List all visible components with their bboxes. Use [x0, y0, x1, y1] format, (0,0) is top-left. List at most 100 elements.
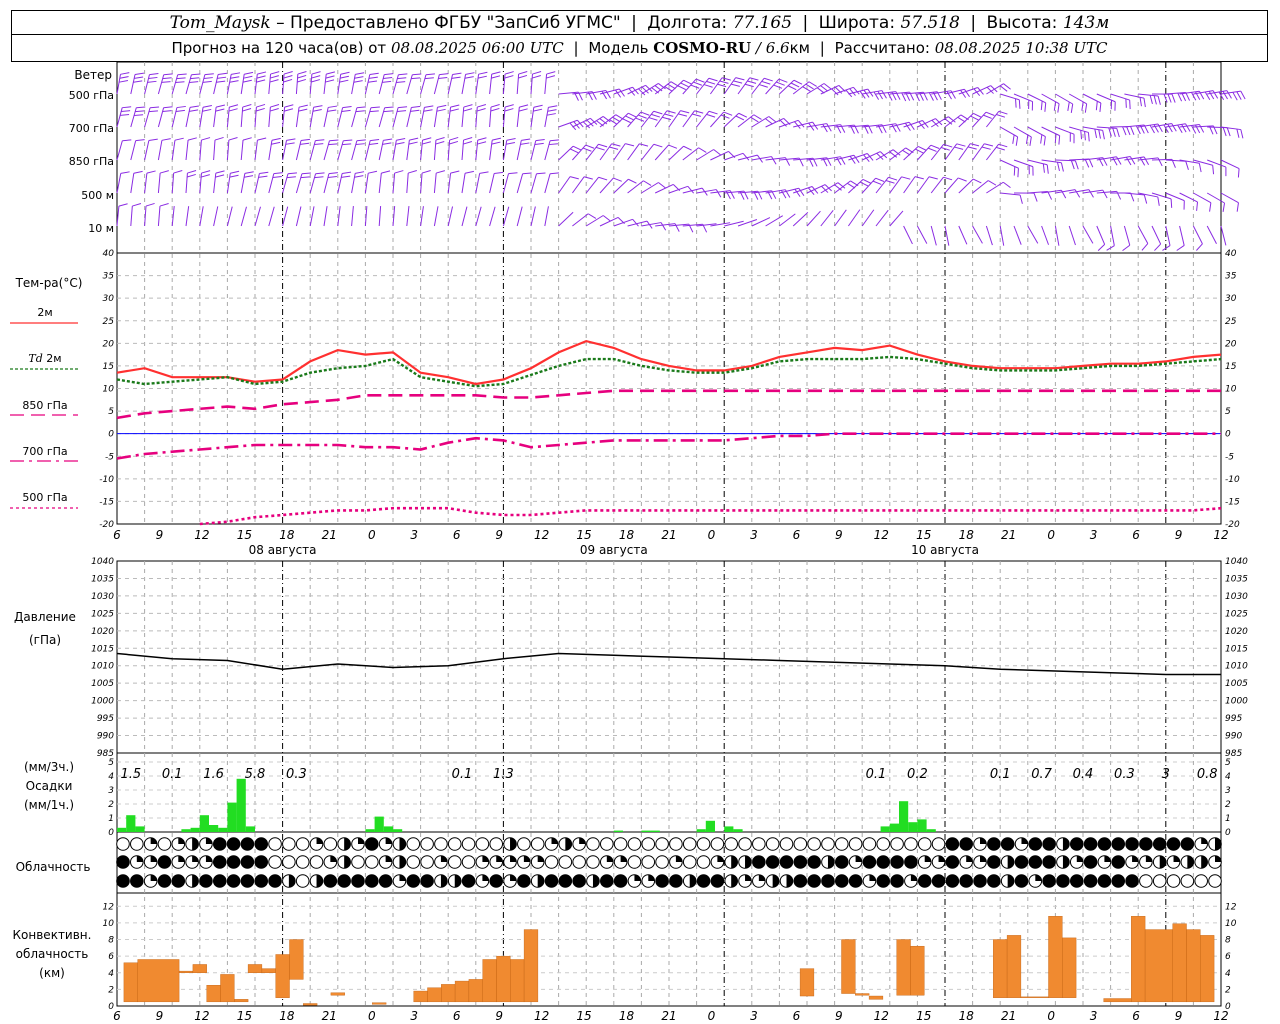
wind-barb-feather	[970, 115, 979, 121]
cloud-symbol-quarter	[192, 855, 199, 862]
wind-barb-feather	[1208, 91, 1215, 100]
wind-barb-feather	[643, 180, 652, 186]
wind-barb-feather	[1226, 90, 1232, 99]
cloud-symbol	[973, 874, 987, 888]
wind-barb-feather	[423, 109, 433, 112]
wind-barb-feather	[327, 175, 337, 178]
cloud-symbol	[116, 855, 130, 869]
wind-barb-feather	[928, 176, 938, 180]
wind-barb-staff	[806, 83, 825, 95]
wind-barbs	[116, 70, 1246, 252]
wind-barb-staff	[999, 159, 1019, 169]
wind-barb-feather	[476, 107, 486, 112]
cloud-symbol	[848, 837, 863, 851]
wind-barb-feather	[204, 73, 214, 76]
wind-barb-feather	[1033, 192, 1038, 202]
cloud-symbol	[309, 855, 324, 869]
cloud-symbol	[295, 855, 310, 869]
cloud-symbol	[655, 874, 669, 888]
wind-barb-feather	[201, 137, 211, 141]
wind-barb-feather	[122, 106, 132, 109]
cloud-symbol-quarter	[1215, 855, 1222, 862]
cloud-symbol	[627, 837, 642, 851]
wind-barb-staff	[1137, 225, 1149, 244]
wind-barb-feather	[1171, 123, 1177, 132]
wind-barb-feather	[1087, 132, 1090, 142]
cloud-symbol	[1166, 837, 1181, 851]
wind-barb-feather	[269, 108, 279, 112]
wind-barb-feather	[397, 110, 407, 113]
bottom-x-tick-label: 0	[368, 1009, 376, 1023]
wind-barb-feather	[706, 80, 716, 85]
wind-barb-feather	[532, 74, 541, 79]
wind-barb-feather	[228, 108, 238, 112]
wind-barb-staff	[641, 143, 655, 161]
cloud-symbol	[1097, 837, 1112, 851]
wind-barb-feather	[134, 76, 144, 79]
cloud-symbol	[226, 855, 241, 869]
wind-barb-feather	[1139, 157, 1146, 166]
wind-barb-feather	[658, 182, 666, 189]
wind-barb-feather	[242, 137, 252, 141]
wind-barb-feather	[326, 71, 336, 75]
temp-y-tick-label-right: 0	[1225, 430, 1231, 440]
cloud-symbol-quarter	[634, 874, 641, 881]
cloud-symbol-quarter	[136, 855, 144, 862]
wind-barb-feather	[1060, 162, 1064, 172]
conv-y-tick-label-right: 10	[1225, 919, 1237, 929]
wind-barb-feather	[342, 106, 352, 109]
wind-barb-staff	[157, 173, 161, 194]
wind-barb-staff	[406, 173, 409, 194]
wind-barb-staff	[1013, 225, 1022, 245]
convective-bar	[234, 999, 249, 1003]
bottom-x-tick-label: 9	[156, 1009, 164, 1023]
wind-barb-feather	[187, 137, 197, 141]
wind-barb-staff	[461, 74, 467, 95]
convective-bar	[468, 979, 483, 1003]
pressure-y-tick-label-right: 1030	[1225, 592, 1248, 602]
wind-barb-feather	[1125, 156, 1132, 166]
cloud-symbol-quarter	[385, 855, 392, 862]
precip-bar	[245, 826, 255, 832]
wind-barb-feather	[735, 115, 745, 121]
wind-barb-feather	[270, 104, 280, 108]
wind-barb-feather	[518, 70, 528, 75]
wind-barb-staff	[930, 176, 944, 194]
convective-bar	[427, 987, 442, 1003]
wind-barb-feather	[134, 114, 144, 116]
cloud-symbol	[254, 837, 269, 851]
precip-bar	[209, 825, 219, 832]
wind-barb-feather	[355, 171, 365, 174]
cloud-symbol-half	[1215, 837, 1222, 851]
cloud-symbol-half	[1159, 855, 1167, 869]
convective-bar	[261, 968, 276, 973]
wind-barb-staff	[641, 110, 655, 128]
cloud-symbol	[752, 855, 766, 869]
wind-barb-feather	[1157, 95, 1161, 105]
wind-barb-feather	[396, 138, 406, 141]
temp-y-tick-label-right: 10	[1225, 385, 1237, 395]
cloud-symbol	[226, 837, 241, 851]
wind-barb-feather	[744, 83, 754, 88]
precip-y-tick-label-left: 3	[108, 786, 114, 796]
wind-barb-feather	[987, 180, 997, 186]
cloud-symbol-half	[565, 837, 572, 851]
bottom-x-tick-label: 15	[237, 1009, 252, 1023]
wind-barb-feather	[823, 83, 832, 90]
temp-x-tick-label: 9	[156, 528, 164, 542]
cloud-symbol-quarter	[1173, 855, 1180, 862]
wind-barb-staff	[516, 107, 520, 128]
wind-barb-staff	[213, 74, 219, 95]
wind-barb-feather	[1222, 202, 1226, 212]
cloud-symbol-quarter	[855, 855, 862, 862]
precip-3h-total: 0.3	[286, 767, 307, 782]
wind-barb-feather	[598, 176, 608, 181]
wind-barb-feather	[668, 144, 678, 149]
precip-bar	[926, 829, 936, 832]
wind-barb-staff	[530, 206, 536, 227]
wind-barb-staff	[295, 107, 300, 128]
wind-barb-feather	[660, 222, 667, 231]
temp-y-tick-label-right: -10	[1225, 475, 1240, 485]
cloud-symbol	[1125, 837, 1139, 851]
pressure-y-tick-label-right: 995	[1225, 714, 1242, 724]
